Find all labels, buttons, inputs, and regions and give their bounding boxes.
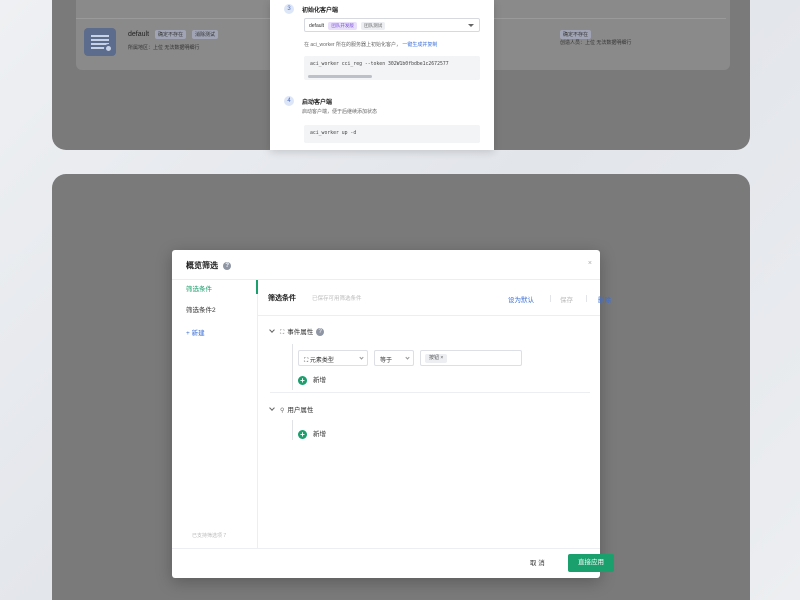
init-hint: 在 aci_worker 所在的服务器上初始化客户， 一键生成并复制 bbox=[304, 42, 438, 48]
divider bbox=[586, 295, 587, 302]
select-value: default bbox=[309, 23, 325, 29]
apply-button[interactable]: 直接应用 bbox=[568, 554, 614, 572]
step-title: 启动客户端 bbox=[302, 100, 333, 106]
new-filter-button[interactable]: + 新建 bbox=[186, 327, 205, 337]
modal-title: 概览筛选 bbox=[186, 261, 218, 270]
workspace-meta: 所属地区：上位 无法数据明细行 bbox=[128, 45, 200, 51]
workspace-tag: 确定不存在 bbox=[560, 30, 592, 39]
set-default-button[interactable]: 设为默认 bbox=[508, 294, 534, 304]
operator-select[interactable]: 等于 bbox=[374, 350, 414, 366]
rule-connector bbox=[292, 344, 293, 390]
workspace-right-info: 确定不存在 创造人员：上位 无法数据明细行 bbox=[560, 30, 631, 46]
save-button[interactable]: 保存 bbox=[560, 294, 573, 304]
code-block-register[interactable]: aci_worker cci_reg --token 302W1b0fbdbe1… bbox=[304, 56, 480, 80]
content-title: 筛选条件 bbox=[268, 295, 296, 302]
step-description: 启动客户端，便于后继续添加状态 bbox=[302, 109, 378, 115]
command-text: aci_worker cci_reg --token 302W1b0fbdbe1… bbox=[310, 62, 449, 67]
sidebar-footer: 已支持筛选项 7 bbox=[192, 533, 227, 539]
generate-copy-link[interactable]: 一键生成并复制 bbox=[402, 42, 437, 48]
horizontal-scrollbar[interactable] bbox=[308, 75, 372, 78]
close-icon[interactable]: × bbox=[440, 355, 443, 361]
server-icon bbox=[84, 28, 116, 56]
modal-header: 概览筛选 ? × bbox=[172, 250, 600, 280]
workspace-select[interactable]: default 团队开发版 团队测试 bbox=[304, 18, 480, 32]
sidebar-item-label: 筛选条件 bbox=[186, 286, 212, 293]
modal-footer: 取 消 直接应用 bbox=[172, 548, 614, 578]
workspace-tag: 消除测试 bbox=[191, 30, 218, 39]
workspace-name: default bbox=[128, 31, 150, 38]
step-number: 4 bbox=[284, 96, 294, 106]
add-user-condition-button[interactable]: + 新增 bbox=[298, 428, 326, 439]
chevron-down-icon bbox=[269, 405, 275, 411]
step-title: 初始化客户端 bbox=[302, 8, 339, 14]
content-header: 筛选条件 已保存可用筛选条件 设为默认 保存 删除 bbox=[258, 280, 611, 316]
group-label: 用户属性 bbox=[287, 407, 314, 414]
content-subtitle: 已保存可用筛选条件 bbox=[312, 296, 362, 302]
help-icon[interactable]: ? bbox=[316, 328, 325, 337]
add-label: 新增 bbox=[313, 431, 326, 438]
cancel-button[interactable]: 取 消 bbox=[530, 557, 545, 567]
select-tag: 团队测试 bbox=[361, 22, 386, 30]
chevron-down-icon bbox=[359, 355, 364, 360]
code-block-start[interactable]: aci_worker up -d bbox=[304, 125, 480, 143]
sidebar-item-filter-1[interactable]: 筛选条件 bbox=[172, 280, 258, 294]
property-value: 元素类型 bbox=[309, 358, 334, 364]
operator-value: 等于 bbox=[380, 358, 393, 364]
command-text: aci_worker up -d bbox=[310, 131, 357, 136]
plus-icon: + bbox=[298, 376, 307, 385]
add-label: 新增 bbox=[313, 377, 326, 384]
user-group-header[interactable]: ⚲ 用户属性 bbox=[269, 404, 314, 414]
gear-icon bbox=[104, 44, 113, 53]
divider bbox=[550, 295, 551, 302]
sidebar-item-filter-2[interactable]: 筛选条件2 bbox=[186, 304, 216, 314]
client-setup-card: 3 初始化客户端 default 团队开发版 团队测试 在 aci_worker… bbox=[270, 0, 494, 150]
help-icon[interactable]: ? bbox=[223, 261, 232, 270]
value-input[interactable]: 按钮 × bbox=[420, 350, 522, 366]
divider bbox=[270, 392, 590, 393]
plus-icon: + bbox=[298, 430, 307, 439]
chevron-down-icon bbox=[269, 327, 275, 333]
value-tag[interactable]: 按钮 × bbox=[425, 354, 448, 363]
delete-button[interactable]: 删除 bbox=[598, 294, 611, 304]
group-label: 事件属性 bbox=[287, 329, 314, 336]
event-icon: ⛶ bbox=[280, 330, 285, 336]
chevron-down-icon bbox=[468, 24, 474, 27]
close-icon[interactable]: × bbox=[588, 260, 592, 267]
filter-sidebar: 筛选条件 筛选条件2 + 新建 已支持筛选项 7 bbox=[172, 280, 258, 548]
filter-modal: 概览筛选 ? × 筛选条件 筛选条件2 + 新建 已支持筛选项 7 筛选条件 已… bbox=[172, 250, 614, 578]
property-select[interactable]: ⛶ 元素类型 bbox=[298, 350, 368, 366]
step-number: 3 bbox=[284, 4, 294, 14]
add-event-condition-button[interactable]: + 新增 bbox=[298, 374, 326, 385]
event-group-header[interactable]: ⛶ 事件属性? bbox=[269, 326, 325, 337]
workspace-right-meta: 创造人员：上位 无法数据明细行 bbox=[560, 40, 632, 46]
select-tag: 团队开发版 bbox=[328, 22, 357, 30]
rule-connector bbox=[292, 420, 293, 440]
event-icon: ⛶ bbox=[304, 358, 309, 364]
user-icon: ⚲ bbox=[280, 408, 285, 414]
filter-content: 筛选条件 已保存可用筛选条件 设为默认 保存 删除 ⛶ 事件属性? ⛶ 元素类型 … bbox=[258, 280, 611, 548]
workspace-tag: 确定不存在 bbox=[154, 30, 186, 39]
chevron-down-icon bbox=[405, 355, 410, 360]
